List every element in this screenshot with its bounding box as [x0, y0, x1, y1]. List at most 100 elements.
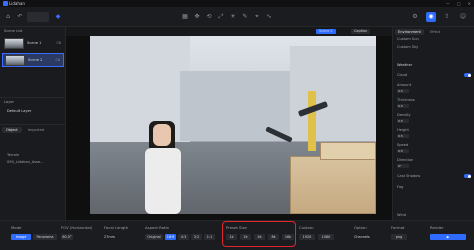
focal-length-value[interactable]: 27mm [104, 234, 124, 240]
scene-badge: C6 [56, 41, 61, 45]
scene-list-item-active[interactable]: Scene 2 C6 [2, 53, 64, 67]
custom-width-input[interactable]: 1920 [299, 234, 315, 240]
tree-item-asset[interactable]: 090_Lidahan_Asse... [7, 160, 44, 164]
fov-label: FOV (Horizontal) [61, 225, 93, 230]
settings-icon[interactable]: ⚙ [410, 12, 420, 22]
warehouse-wall-left [90, 36, 190, 146]
custom-sky-row[interactable]: Custom Sky [397, 45, 471, 49]
path-icon[interactable]: ∿ [264, 12, 274, 22]
tag-icon[interactable]: ✎ [240, 12, 250, 22]
prop-label: Direction [397, 158, 414, 162]
focal-length-label: Focal Length [104, 225, 129, 230]
prop-label: Speed [397, 143, 409, 147]
cast-shadow-row[interactable]: Cast Shadow [397, 174, 471, 178]
close-button[interactable]: ✕ [468, 1, 471, 6]
undo-icon[interactable]: ↶ [15, 12, 25, 22]
cloud-row[interactable]: Cloud [397, 73, 471, 77]
grid-icon[interactable]: ▦ [180, 12, 190, 22]
cardboard-box-top [320, 142, 376, 160]
weather-header: Weather [397, 63, 471, 67]
format-select[interactable]: png [391, 234, 407, 240]
height-input[interactable]: 0.5 [397, 134, 409, 138]
minimize-button[interactable]: — [446, 1, 450, 6]
scale-icon[interactable]: ⤢ [216, 12, 226, 22]
custom-height-input[interactable]: 1080 [318, 234, 334, 240]
custom-size-label: Custom [299, 225, 314, 230]
select-icon[interactable]: ◆ [53, 12, 63, 22]
amount-input[interactable]: 0.5 [397, 89, 409, 93]
prop-input-row: 0.5 [397, 134, 471, 138]
direction-input[interactable]: 0° [397, 164, 409, 168]
density-input[interactable]: 0.5 [397, 119, 409, 123]
warehouse-wall-right [290, 46, 376, 141]
format-label: Format [391, 225, 405, 230]
scene-thumbnail [5, 54, 25, 66]
wind-label: Wind [397, 213, 407, 217]
move-icon[interactable]: ✥ [192, 12, 202, 22]
custom-sun-label: Custom Sun [397, 37, 419, 41]
maximize-button[interactable]: □ [457, 1, 461, 6]
object-tabs: Object Imported [2, 127, 48, 133]
speed-input[interactable]: 0.5 [397, 149, 409, 153]
scene-thumbnail [4, 37, 24, 49]
left-panel: Scene List Scene 1 C6 Scene 2 C6 Layer D… [0, 27, 66, 220]
prop-row-density: Density [397, 113, 471, 117]
person-face [153, 124, 171, 146]
scene-label: Scene 2 [28, 58, 43, 62]
tab-object[interactable]: Object [2, 127, 22, 133]
share-icon[interactable]: ⇪ [442, 12, 452, 22]
fog-row[interactable]: Fog [397, 185, 471, 189]
aspect-3-2-button[interactable]: 3:2 [191, 234, 202, 240]
cloud-label: Cloud [397, 73, 408, 77]
tree-item-terrain[interactable]: Terrain [7, 153, 19, 157]
toolbar: ⌂ ↶ ◆ ▦ ✥ ⟲ ⤢ ☀ ✎ ⌖ ∿ ⚙ ◉ ⇪ ☺ [0, 7, 474, 27]
render-button[interactable]: ▶ [430, 234, 466, 240]
render-scene [90, 36, 376, 214]
prop-row-height: Height [397, 128, 471, 132]
tab-environment[interactable]: Environment [395, 29, 424, 35]
camera-icon[interactable]: ◉ [426, 12, 436, 22]
toolbar-field[interactable] [27, 12, 49, 22]
scene-indicator[interactable]: Scene 2 [316, 29, 336, 34]
right-panel: Environment Effect Custom Sun Custom Sky… [392, 27, 474, 220]
cast-shadow-toggle[interactable] [464, 174, 471, 178]
mode-image-button[interactable]: Image [11, 234, 31, 240]
light-icon[interactable]: ☀ [228, 12, 238, 22]
mode-label: Mode [11, 225, 22, 230]
tab-imported[interactable]: Imported [24, 127, 48, 133]
wind-row[interactable]: Wind [397, 213, 471, 217]
mode-panorama-button[interactable]: Panorama [33, 234, 57, 240]
viewport[interactable]: Scene 2 Caption [66, 27, 392, 220]
preset-size-highlight [222, 221, 296, 247]
scene-label: Scene 1 [27, 41, 42, 45]
scene-badge: C6 [55, 58, 60, 62]
tab-effect[interactable]: Effect [427, 29, 443, 35]
thickness-input[interactable]: 0.5 [397, 104, 409, 108]
aspect-16-9-button[interactable]: 16:9 [165, 234, 176, 240]
home-icon[interactable]: ⌂ [3, 12, 13, 22]
custom-sky-label: Custom Sky [397, 45, 419, 49]
person-body [145, 148, 181, 214]
measure-icon[interactable]: ⌖ [252, 12, 262, 22]
prop-label: Height [397, 128, 409, 132]
right-tabs: Environment Effect [395, 29, 443, 35]
prop-row-thickness: Thickness [397, 98, 471, 102]
fov-input[interactable]: 60.0° [61, 234, 73, 240]
render-label: Render [430, 225, 444, 230]
user-icon[interactable]: ☺ [458, 12, 468, 22]
rotate-icon[interactable]: ⟲ [204, 12, 214, 22]
weather-title: Weather [397, 63, 413, 67]
prop-label: Thickness [397, 98, 415, 102]
scene-list-item[interactable]: Scene 1 C6 [2, 36, 64, 50]
default-layer-item[interactable]: Default Layer [7, 109, 31, 113]
aspect-original-button[interactable]: Original [145, 234, 163, 240]
cloud-toggle[interactable] [464, 73, 471, 77]
option-channels[interactable]: Channels [354, 234, 378, 240]
viewport-header: Scene 2 Caption [66, 27, 392, 36]
aspect-1-1-button[interactable]: 1:1 [204, 234, 215, 240]
aspect-4-3-button[interactable]: 4:3 [178, 234, 189, 240]
custom-sun-row[interactable]: Custom Sun [397, 37, 471, 41]
caption-button[interactable]: Caption [351, 29, 371, 34]
app-title: Lidahan [9, 1, 25, 6]
app-logo [3, 1, 8, 6]
